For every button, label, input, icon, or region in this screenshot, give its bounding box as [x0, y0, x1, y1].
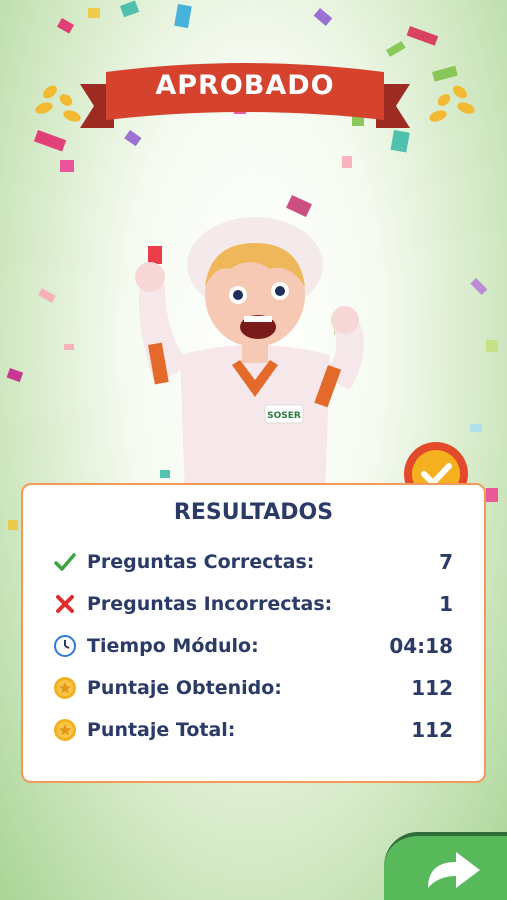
next-button[interactable] [384, 832, 507, 900]
result-label: Puntaje Obtenido: [87, 677, 282, 699]
results-title: RESULTADOS [173, 500, 334, 525]
result-value: 7 [439, 550, 453, 574]
result-label: Preguntas Correctas: [87, 551, 315, 573]
chef-character-illustration: SOSER [135, 217, 364, 495]
check-icon [53, 550, 77, 574]
star-coin-icon [53, 718, 77, 742]
result-row-time: Tiempo Módulo: 04:18 [53, 631, 453, 661]
result-value: 04:18 [389, 634, 453, 658]
cross-icon [53, 592, 77, 616]
results-card: RESULTADOS Preguntas Correctas: 7 Pregun… [21, 483, 486, 783]
result-label: Preguntas Incorrectas: [87, 593, 333, 615]
result-label: Puntaje Total: [87, 719, 236, 741]
result-value: 112 [411, 676, 453, 700]
result-value: 1 [439, 592, 453, 616]
result-row-score-total: Puntaje Total: 112 [53, 715, 453, 745]
result-row-score-obtained: Puntaje Obtenido: 112 [53, 673, 453, 703]
arrow-right-icon [428, 852, 480, 888]
clock-icon [53, 634, 77, 658]
uniform-badge-text: SOSER [267, 411, 301, 421]
result-row-incorrect: Preguntas Incorrectas: 1 [53, 589, 453, 619]
star-coin-icon [53, 676, 77, 700]
result-row-correct: Preguntas Correctas: 7 [53, 547, 453, 577]
laurel-right-icon [429, 85, 475, 122]
result-label: Tiempo Módulo: [87, 635, 259, 657]
result-value: 112 [411, 718, 453, 742]
banner-title: APROBADO [155, 70, 335, 101]
